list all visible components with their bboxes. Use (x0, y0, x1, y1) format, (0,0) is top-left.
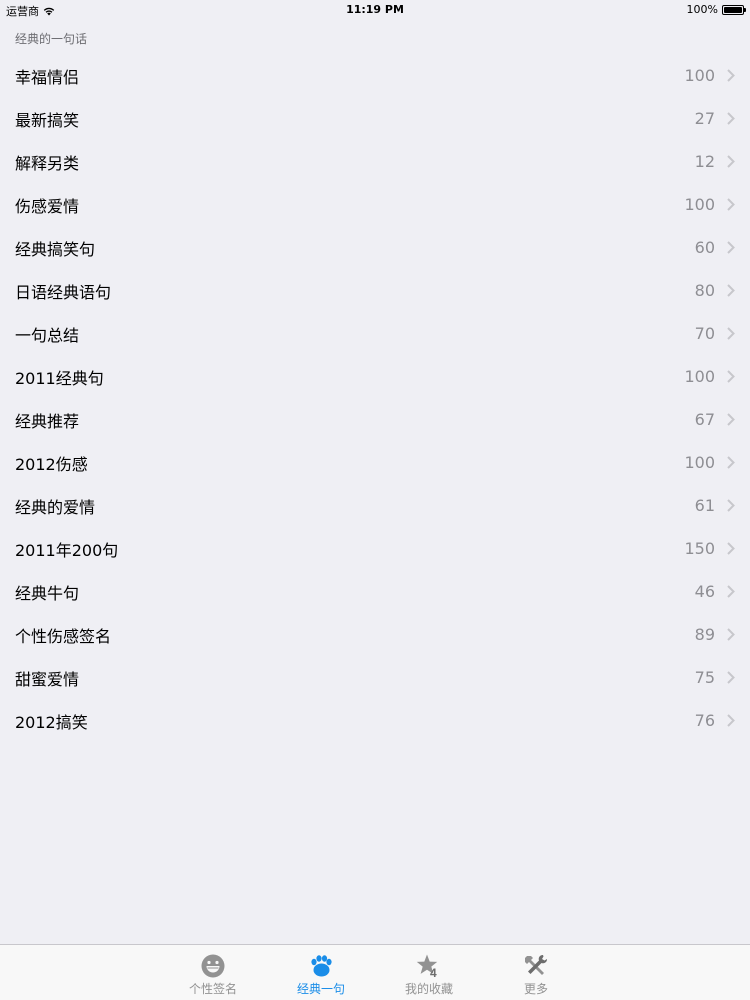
battery-icon (722, 4, 746, 15)
chevron-right-icon (727, 198, 735, 211)
list-item-count: 100 (684, 367, 715, 386)
chevron-right-icon (727, 241, 735, 254)
list-item-count: 67 (694, 410, 715, 429)
chevron-right-icon (727, 69, 735, 82)
chevron-right-icon (727, 714, 735, 727)
list-item-label: 2012搞笑 (15, 712, 88, 732)
list-item-count: 12 (694, 152, 715, 171)
list-item-count: 76 (694, 711, 715, 730)
tab-signature[interactable]: 个性签名 (168, 945, 258, 1000)
list-item[interactable]: 经典的爱情 61 (0, 484, 750, 527)
list-item-label: 幸福情侣 (15, 67, 80, 87)
chevron-right-icon (727, 370, 735, 383)
list-item[interactable]: 幸福情侣 100 (0, 54, 750, 97)
list-item-label: 伤感爱情 (15, 196, 80, 216)
list-item[interactable]: 2012伤感 100 (0, 441, 750, 484)
chevron-right-icon (727, 413, 735, 426)
list-item-count: 100 (684, 66, 715, 85)
list-item-count: 75 (694, 668, 715, 687)
tab-favorites[interactable]: 4 我的收藏 (384, 945, 474, 1000)
battery-percent: 100% (686, 3, 718, 16)
chevron-right-icon (727, 499, 735, 512)
list-item-count: 89 (694, 625, 715, 644)
list-item-label: 甜蜜爱情 (15, 669, 80, 689)
status-bar: 运营商 11:19 PM 100% (0, 0, 750, 20)
chevron-right-icon (727, 155, 735, 168)
tab-label: 个性签名 (188, 982, 237, 996)
list-item[interactable]: 解释另类 12 (0, 140, 750, 183)
smiley-icon (200, 953, 226, 979)
chevron-right-icon (727, 284, 735, 297)
list-item-label: 解释另类 (15, 153, 80, 173)
tab-label: 我的收藏 (404, 982, 453, 996)
list-item-label: 经典搞笑句 (15, 239, 96, 259)
list-item-label: 经典推荐 (15, 411, 80, 431)
chevron-right-icon (727, 112, 735, 125)
list-item-count: 60 (694, 238, 715, 257)
list-item-label: 一句总结 (15, 325, 80, 345)
list-item-label: 日语经典语句 (15, 282, 112, 302)
list-item[interactable]: 甜蜜爱情 75 (0, 656, 750, 699)
list-item-count: 100 (684, 453, 715, 472)
tab-more[interactable]: 更多 (491, 945, 581, 1000)
list-item[interactable]: 个性伤感签名 89 (0, 613, 750, 656)
list-item[interactable]: 最新搞笑 27 (0, 97, 750, 140)
list-item-label: 2012伤感 (15, 454, 88, 474)
list-item-count: 80 (694, 281, 715, 300)
category-list: 幸福情侣 100 最新搞笑 27 解释另类 12 伤感爱情 100 经典搞笑句 60 日语经典语句 8… (0, 54, 750, 742)
list-item-count: 46 (694, 582, 715, 601)
chevron-right-icon (727, 456, 735, 469)
list-item-count: 100 (684, 195, 715, 214)
list-item[interactable]: 经典推荐 67 (0, 398, 750, 441)
list-item-label: 经典牛句 (15, 583, 80, 603)
list-item[interactable]: 经典牛句 46 (0, 570, 750, 613)
list-item[interactable]: 经典搞笑句 60 (0, 226, 750, 269)
chevron-right-icon (727, 628, 735, 641)
list-item[interactable]: 日语经典语句 80 (0, 269, 750, 312)
list-item-count: 27 (694, 109, 715, 128)
tab-label: 更多 (523, 982, 548, 996)
status-time: 11:19 PM (346, 3, 404, 16)
list-item-label: 2011年200句 (15, 540, 119, 560)
tab-label: 经典一句 (296, 982, 345, 996)
list-item[interactable]: 2012搞笑 76 (0, 699, 750, 742)
status-right: 100% (686, 3, 746, 16)
section-header: 经典的一句话 (15, 32, 88, 46)
list-item[interactable]: 2011经典句 100 (0, 355, 750, 398)
chevron-right-icon (727, 542, 735, 555)
list-item[interactable]: 2011年200句 150 (0, 527, 750, 570)
chevron-right-icon (727, 327, 735, 340)
list-item[interactable]: 伤感爱情 100 (0, 183, 750, 226)
tab-bar: 个性签名 经典一句 4 我的收藏 更多 (0, 944, 750, 1000)
list-item-label: 最新搞笑 (15, 110, 80, 130)
list-item[interactable]: 一句总结 70 (0, 312, 750, 355)
list-item-label: 2011经典句 (15, 368, 104, 388)
favorites-badge: 4 (430, 966, 437, 979)
tools-icon (523, 953, 549, 979)
paw-icon (308, 953, 334, 979)
list-item-label: 经典的爱情 (15, 497, 96, 517)
list-item-count: 61 (694, 496, 715, 515)
star-icon: 4 (416, 953, 442, 980)
tab-classic-sentence[interactable]: 经典一句 (276, 945, 366, 1000)
chevron-right-icon (727, 585, 735, 598)
list-item-count: 70 (694, 324, 715, 343)
list-item-label: 个性伤感签名 (15, 626, 112, 646)
chevron-right-icon (727, 671, 735, 684)
list-item-count: 150 (684, 539, 715, 558)
